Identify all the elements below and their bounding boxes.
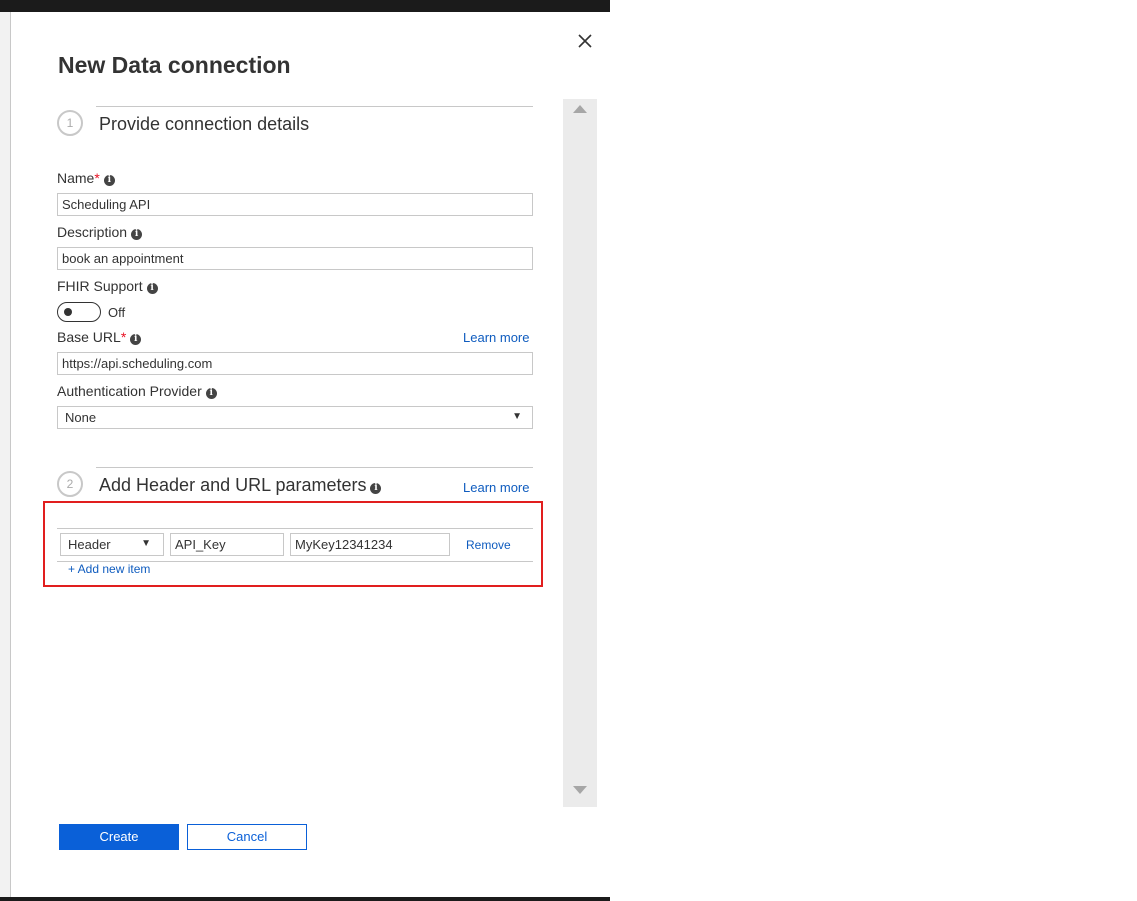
required-mark: *: [120, 329, 127, 345]
remove-parameter-link[interactable]: Remove: [466, 538, 511, 552]
add-new-item-link[interactable]: + Add new item: [68, 562, 150, 576]
info-icon[interactable]: i: [131, 229, 143, 240]
parameters-row: Header ▼ API_Key MyKey12341234 Remove: [57, 528, 533, 562]
step-number: 1: [57, 110, 83, 136]
parameter-type-select[interactable]: Header ▼: [60, 533, 164, 556]
fhir-support-label-text: FHIR Support: [57, 278, 143, 294]
section-title-text: Add Header and URL parameters: [99, 475, 367, 495]
fhir-support-toggle[interactable]: [57, 302, 101, 322]
parameter-key-input[interactable]: API_Key: [170, 533, 284, 556]
toggle-knob: [64, 308, 72, 316]
scrollbar[interactable]: [563, 99, 597, 807]
parameters-learn-more-link[interactable]: Learn more: [463, 480, 529, 495]
step-number: 2: [57, 471, 83, 497]
new-data-connection-dialog: New Data connection 1 Provide connection…: [11, 12, 610, 897]
cancel-button[interactable]: Cancel: [187, 824, 307, 850]
info-icon[interactable]: i: [103, 175, 115, 186]
name-label-text: Name: [57, 170, 95, 186]
info-icon[interactable]: i: [370, 483, 382, 494]
description-input[interactable]: book an appointment: [57, 247, 533, 270]
section-divider: [96, 106, 533, 107]
fhir-toggle-state: Off: [108, 305, 126, 320]
section-header-url-parameters: 2 Add Header and URL parameters i: [57, 467, 533, 505]
scroll-down-arrow-icon[interactable]: [573, 786, 587, 794]
auth-provider-label: Authentication Provider i: [57, 383, 217, 399]
description-label-text: Description: [57, 224, 128, 240]
section-connection-details: 1 Provide connection details: [57, 106, 533, 144]
section-title: Add Header and URL parameters i: [99, 475, 382, 496]
info-icon[interactable]: i: [146, 283, 158, 294]
info-icon[interactable]: i: [205, 388, 217, 399]
section-title: Provide connection details: [99, 114, 310, 134]
base-url-label-text: Base URL: [57, 329, 121, 345]
auth-provider-value: None: [65, 410, 97, 425]
base-url-input[interactable]: https://api.scheduling.com: [57, 352, 533, 375]
base-url-learn-more-link[interactable]: Learn more: [463, 330, 529, 345]
required-mark: *: [94, 170, 100, 186]
bottom-bar: [0, 897, 610, 901]
parameter-value-input[interactable]: MyKey12341234: [290, 533, 450, 556]
name-input[interactable]: Scheduling API: [57, 193, 533, 216]
auth-provider-label-text: Authentication Provider: [57, 383, 202, 399]
top-bar: [0, 0, 610, 12]
name-label: Name* i: [57, 170, 115, 186]
create-button[interactable]: Create: [59, 824, 179, 850]
dialog-title: New Data connection: [58, 52, 291, 78]
description-label: Description i: [57, 224, 143, 240]
chevron-down-icon: ▼: [141, 538, 151, 549]
chevron-down-icon: ▼: [512, 411, 522, 422]
parameter-type-value: Header: [68, 537, 111, 552]
auth-provider-select[interactable]: None ▼: [57, 406, 533, 429]
close-icon[interactable]: [576, 32, 594, 50]
base-url-label: Base URL* i: [57, 329, 142, 345]
fhir-support-label: FHIR Support i: [57, 278, 158, 294]
section-divider: [96, 467, 533, 468]
background-blade-edge: [0, 12, 11, 897]
scroll-up-arrow-icon[interactable]: [573, 105, 587, 113]
info-icon[interactable]: i: [130, 334, 142, 345]
